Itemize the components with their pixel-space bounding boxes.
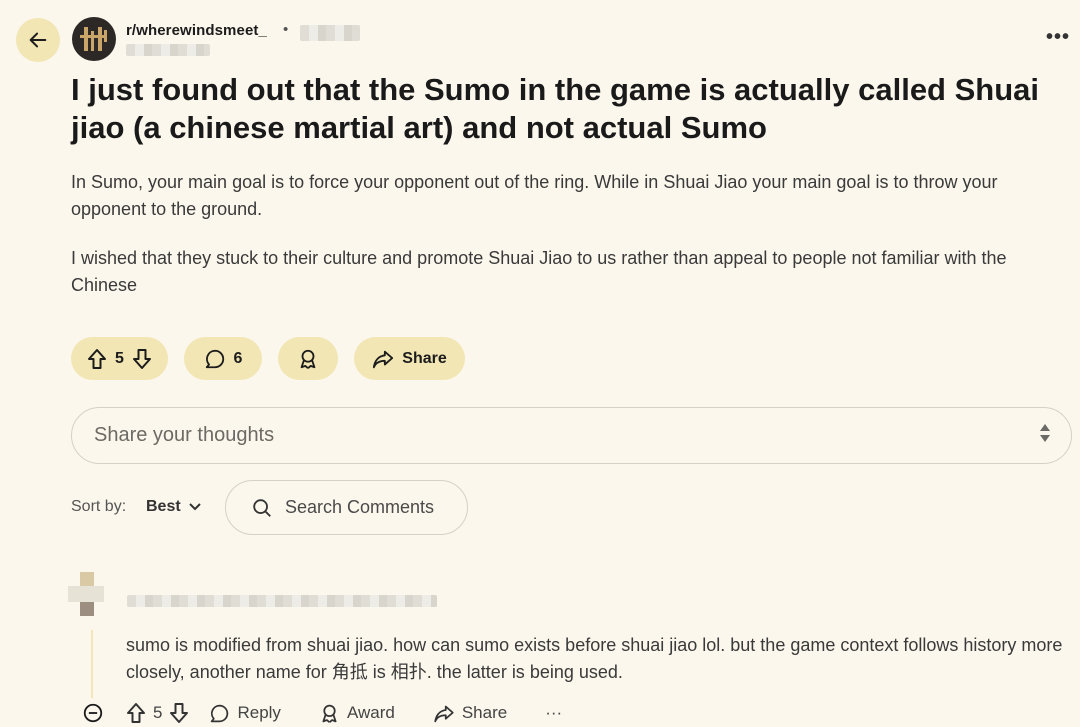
share-label: Share bbox=[402, 349, 447, 367]
redacted-commenter-name bbox=[127, 595, 437, 607]
collapse-thread-button[interactable] bbox=[82, 702, 104, 724]
composer-placeholder: Share your thoughts bbox=[94, 424, 275, 446]
comment-icon bbox=[205, 349, 224, 368]
search-placeholder: Search Comments bbox=[285, 497, 435, 517]
sort-by-label: Sort by: bbox=[71, 498, 127, 515]
comment-vote-control: 5 bbox=[126, 702, 189, 724]
comment-more-button[interactable]: ··· bbox=[545, 703, 562, 723]
comment-icon bbox=[211, 704, 229, 722]
reply-label: Reply bbox=[237, 703, 281, 722]
award-button[interactable] bbox=[278, 337, 338, 380]
more-options-button[interactable]: ••• bbox=[1046, 26, 1070, 49]
comment-share-button[interactable]: Share bbox=[433, 703, 507, 724]
chevron-down-icon bbox=[188, 503, 201, 511]
commenter-avatar[interactable] bbox=[68, 572, 108, 624]
composer-resize-stepper[interactable] bbox=[1040, 424, 1050, 442]
search-icon bbox=[253, 498, 271, 517]
separator-dot: • bbox=[283, 21, 289, 38]
award-icon bbox=[300, 349, 316, 369]
comment-award-button[interactable]: Award bbox=[319, 703, 395, 724]
caret-up-icon bbox=[1040, 424, 1050, 431]
redacted-timestamp bbox=[300, 25, 360, 41]
vote-control: 5 bbox=[71, 337, 168, 380]
subreddit-logo-icon bbox=[80, 27, 107, 51]
minus-circle-icon bbox=[83, 703, 103, 723]
upvote-icon[interactable] bbox=[87, 348, 107, 370]
comment-count: 6 bbox=[233, 349, 243, 367]
share-icon bbox=[373, 350, 394, 368]
post-title: I just found out that the Sumo in the ga… bbox=[71, 72, 1040, 145]
vote-count: 5 bbox=[115, 349, 124, 367]
caret-down-icon bbox=[1040, 435, 1050, 442]
arrow-left-icon bbox=[29, 32, 47, 48]
comment-action-bar: 5 Reply Award Share ··· bbox=[82, 700, 562, 726]
downvote-icon[interactable] bbox=[169, 702, 189, 724]
comment-share-label: Share bbox=[461, 703, 508, 722]
comment-body: sumo is modified from shuai jiao. how ca… bbox=[126, 635, 1063, 682]
comment-composer-input[interactable]: Share your thoughts bbox=[71, 407, 1072, 464]
post-body-paragraph: In Sumo, your main goal is to force your… bbox=[71, 172, 998, 219]
post-body-paragraph: I wished that they stuck to their cultur… bbox=[71, 248, 1007, 295]
thread-line[interactable] bbox=[91, 630, 93, 698]
subreddit-name[interactable]: r/wherewindsmeet_ bbox=[126, 22, 267, 39]
award-icon bbox=[322, 704, 337, 723]
reply-button[interactable]: Reply bbox=[209, 703, 281, 724]
comments-button[interactable]: 6 bbox=[184, 337, 262, 380]
redacted-username bbox=[126, 44, 210, 56]
search-comments-input[interactable]: Search Comments bbox=[225, 480, 468, 535]
back-button[interactable] bbox=[16, 18, 60, 62]
award-label: Award bbox=[346, 703, 395, 722]
sort-dropdown[interactable]: Best bbox=[146, 498, 201, 516]
upvote-icon[interactable] bbox=[126, 702, 146, 724]
share-icon bbox=[434, 705, 454, 722]
comment-vote-count: 5 bbox=[153, 703, 163, 722]
share-button[interactable]: Share bbox=[354, 337, 465, 380]
subreddit-avatar[interactable] bbox=[72, 17, 116, 61]
sort-value: Best bbox=[146, 498, 181, 515]
downvote-icon[interactable] bbox=[132, 348, 152, 370]
